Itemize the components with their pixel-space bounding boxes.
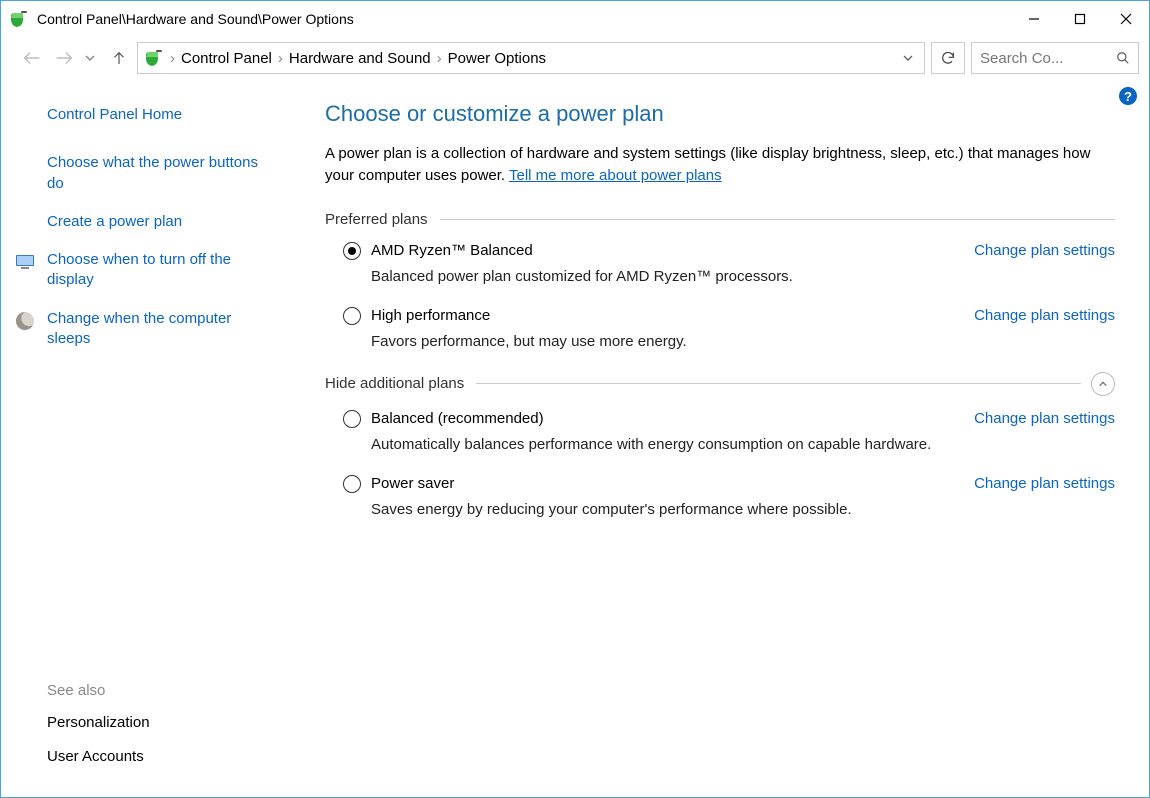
sidebar-link-label: Change when the computer sleeps <box>47 310 231 347</box>
power-plan: Balanced (recommended) Change plan setti… <box>343 410 1115 453</box>
sidebar-link[interactable]: Change when the computer sleeps <box>47 309 277 350</box>
see-also-link[interactable]: User Accounts <box>47 747 277 767</box>
navbar: › Control Panel › Hardware and Sound › P… <box>1 37 1149 79</box>
battery-icon <box>144 48 164 68</box>
search-icon <box>1116 51 1130 65</box>
additional-plans-header[interactable]: Hide additional plans <box>325 372 1115 396</box>
divider <box>440 219 1115 220</box>
plan-name[interactable]: High performance <box>371 307 974 324</box>
recent-dropdown[interactable] <box>81 43 99 73</box>
help-icon[interactable]: ? <box>1119 87 1137 105</box>
chevron-right-icon[interactable]: › <box>276 50 285 67</box>
plan-radio[interactable] <box>343 410 361 428</box>
see-also: See also Personalization User Accounts <box>47 682 277 782</box>
page-description: A power plan is a collection of hardware… <box>325 143 1115 187</box>
plan-name[interactable]: Balanced (recommended) <box>371 410 974 427</box>
breadcrumb-item[interactable]: Control Panel <box>177 50 276 67</box>
page-title: Choose or customize a power plan <box>325 101 1115 127</box>
section-label: Preferred plans <box>325 211 428 228</box>
change-plan-settings-link[interactable]: Change plan settings <box>974 307 1115 324</box>
power-plan: AMD Ryzen™ Balanced Change plan settings… <box>343 242 1115 285</box>
close-button[interactable] <box>1103 3 1149 35</box>
refresh-button[interactable] <box>931 42 965 74</box>
address-dropdown[interactable] <box>896 52 920 64</box>
breadcrumb-item[interactable]: Power Options <box>444 50 550 67</box>
change-plan-settings-link[interactable]: Change plan settings <box>974 410 1115 427</box>
plan-radio[interactable] <box>343 242 361 260</box>
divider <box>476 383 1081 384</box>
sidebar-link-label: Choose when to turn off the display <box>47 251 231 288</box>
change-plan-settings-link[interactable]: Change plan settings <box>974 475 1115 492</box>
search-input[interactable]: Search Co... <box>971 42 1139 74</box>
titlebar: Control Panel\Hardware and Sound\Power O… <box>1 1 1149 37</box>
see-also-link[interactable]: Personalization <box>47 713 277 733</box>
chevron-right-icon[interactable]: › <box>168 50 177 67</box>
control-panel-home-link[interactable]: Control Panel Home <box>47 105 277 125</box>
plan-description: Balanced power plan customized for AMD R… <box>371 268 1115 285</box>
power-plan: High performance Change plan settings Fa… <box>343 307 1115 350</box>
minimize-button[interactable] <box>1011 3 1057 35</box>
plan-name[interactable]: AMD Ryzen™ Balanced <box>371 242 974 259</box>
plan-radio[interactable] <box>343 475 361 493</box>
moon-icon <box>15 311 35 331</box>
plan-description: Automatically balances performance with … <box>371 436 1115 453</box>
main: Choose or customize a power plan A power… <box>291 79 1149 797</box>
power-plan: Power saver Change plan settings Saves e… <box>343 475 1115 518</box>
display-icon <box>15 252 35 272</box>
window-buttons <box>1011 3 1149 35</box>
section-label: Hide additional plans <box>325 375 464 392</box>
see-also-title: See also <box>47 682 277 699</box>
plan-description: Favors performance, but may use more ene… <box>371 333 1115 350</box>
window-title: Control Panel\Hardware and Sound\Power O… <box>37 11 354 27</box>
preferred-plans-header: Preferred plans <box>325 211 1115 228</box>
plan-radio[interactable] <box>343 307 361 325</box>
sidebar-link[interactable]: Create a power plan <box>47 212 277 232</box>
change-plan-settings-link[interactable]: Change plan settings <box>974 242 1115 259</box>
sidebar: Control Panel Home Choose what the power… <box>1 79 291 797</box>
battery-icon <box>9 9 29 29</box>
address-bar[interactable]: › Control Panel › Hardware and Sound › P… <box>137 42 925 74</box>
forward-button[interactable] <box>49 43 79 73</box>
back-button[interactable] <box>17 43 47 73</box>
window: Control Panel\Hardware and Sound\Power O… <box>0 0 1150 798</box>
sidebar-link[interactable]: Choose what the power buttons do <box>47 153 277 194</box>
collapse-icon[interactable] <box>1091 372 1115 396</box>
up-button[interactable] <box>107 43 131 73</box>
search-placeholder: Search Co... <box>980 50 1116 67</box>
plan-name[interactable]: Power saver <box>371 475 974 492</box>
maximize-button[interactable] <box>1057 3 1103 35</box>
breadcrumb-item[interactable]: Hardware and Sound <box>285 50 435 67</box>
sidebar-link[interactable]: Choose when to turn off the display <box>47 250 277 291</box>
chevron-right-icon[interactable]: › <box>435 50 444 67</box>
plan-description: Saves energy by reducing your computer's… <box>371 501 1115 518</box>
content: ? Control Panel Home Choose what the pow… <box>1 79 1149 797</box>
learn-more-link[interactable]: Tell me more about power plans <box>509 167 722 184</box>
